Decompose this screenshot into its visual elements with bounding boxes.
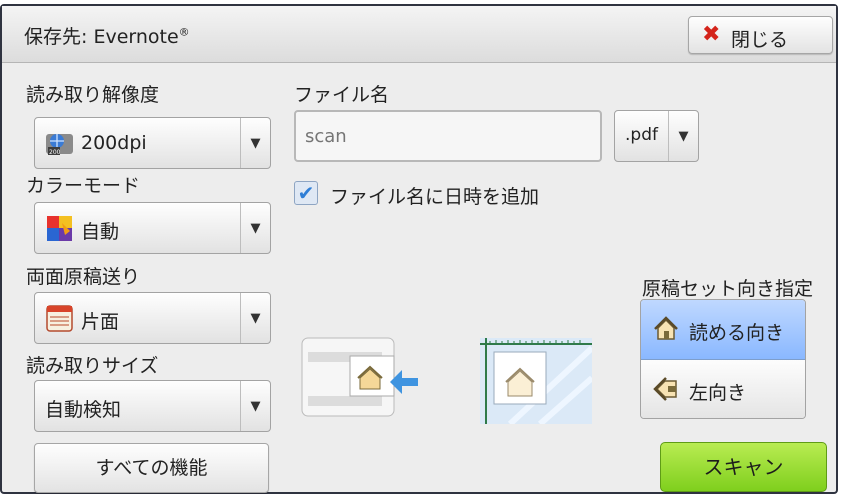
file-extension-value: .pdf [625,125,658,145]
filename-input[interactable] [294,110,602,162]
close-button[interactable]: ✖ 閉じる [688,16,833,54]
platen-glass-illustration [480,338,592,424]
orientation-label: 原稿セット向き指定 [642,278,814,300]
color-mode-dropdown[interactable]: 自動 ▼ [34,202,271,254]
title-bar: 保存先: Evernote® ✖ 閉じる [2,6,836,63]
color-mode-value: 自動 [81,221,120,243]
orientation-option-readable[interactable]: 読める向き [641,300,805,360]
dialog-title: 保存先: Evernote® [24,25,190,48]
color-palette-icon [47,216,72,241]
close-button-label: 閉じる [731,29,789,51]
color-mode-dropdown-arrow[interactable]: ▼ [240,203,270,253]
resolution-label: 読み取り解像度 [26,84,160,106]
single-sided-page-icon [46,305,73,332]
scan-settings-dialog: 保存先: Evernote® ✖ 閉じる 読み取り解像度 200 200dpi … [0,4,838,494]
scan-size-value: 自動検知 [45,399,122,421]
svg-text:200: 200 [49,149,61,156]
duplex-value: 片面 [81,311,120,333]
all-functions-button[interactable]: すべての機能 [34,443,269,493]
resolution-dropdown-arrow[interactable]: ▼ [240,118,270,168]
close-icon: ✖ [702,22,721,47]
duplex-dropdown[interactable]: 片面 ▼ [34,292,271,344]
orientation-readable-label: 読める向き [689,322,785,344]
filename-label: ファイル名 [294,84,390,106]
orientation-option-left[interactable]: 左向き [641,360,805,418]
scan-size-label: 読み取りサイズ [26,355,159,377]
resolution-value: 200dpi [81,132,147,154]
scan-size-dropdown[interactable]: 自動検知 ▼ [34,380,271,432]
add-datetime-label: ファイル名に日時を追加 [330,186,540,208]
scan-button[interactable]: スキャン [660,442,827,492]
color-mode-label: カラーモード [26,175,141,197]
duplex-dropdown-arrow[interactable]: ▼ [240,293,270,343]
orientation-left-label: 左向き [689,382,747,404]
scanner-feed-illustration [301,337,418,417]
scan-size-dropdown-arrow[interactable]: ▼ [240,381,270,431]
duplex-label: 両面原稿送り [26,266,141,288]
orientation-selector: 読める向き 左向き [640,299,806,419]
house-upright-icon [654,316,678,340]
resolution-dropdown[interactable]: 200 200dpi ▼ [34,117,271,169]
add-datetime-checkbox[interactable]: ✔ [294,181,318,205]
file-extension-dropdown-arrow[interactable]: ▼ [668,111,698,161]
house-left-icon [653,377,677,401]
file-extension-dropdown[interactable]: .pdf ▼ [614,110,699,162]
resolution-globe-icon: 200 [46,134,73,156]
